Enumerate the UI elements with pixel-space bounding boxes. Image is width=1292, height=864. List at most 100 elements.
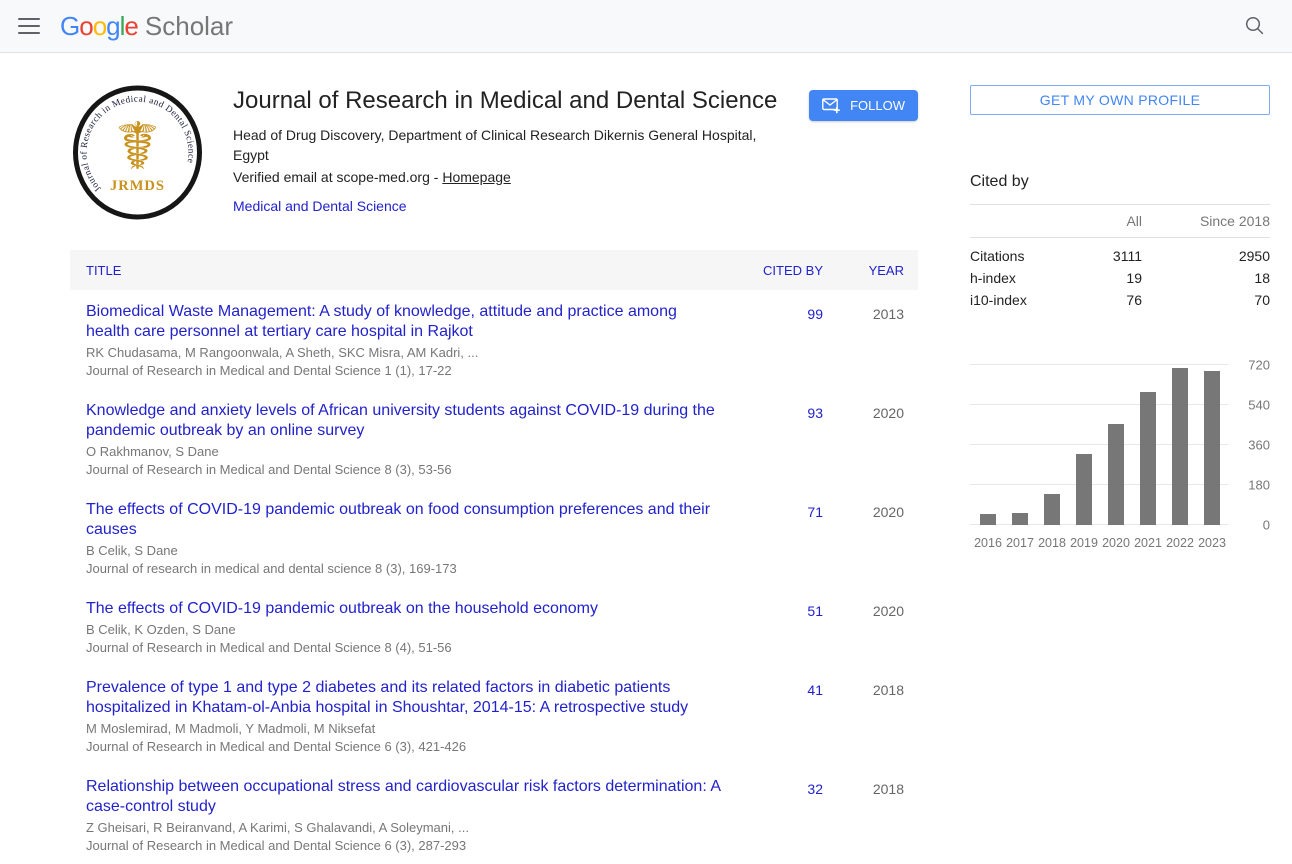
search-icon[interactable] <box>1244 15 1266 37</box>
chart-bar-2019[interactable] <box>1076 454 1092 525</box>
chart-x-tick: 2021 <box>1132 536 1164 550</box>
profile-name: Journal of Research in Medical and Denta… <box>233 87 793 115</box>
article-venue: Journal of Research in Medical and Denta… <box>86 838 723 853</box>
article-info: Biomedical Waste Management: A study of … <box>70 302 723 378</box>
metric-label[interactable]: i10-index <box>970 292 1057 308</box>
article-authors: O Rakhmanov, S Dane <box>86 444 723 459</box>
metric-all-value: 19 <box>1057 270 1142 286</box>
article-cited-by-link[interactable]: 71 <box>807 504 823 520</box>
article-title-link[interactable]: The effects of COVID-19 pandemic outbrea… <box>86 599 723 619</box>
chart-bar-slot <box>1068 355 1100 525</box>
chart-bar-2016[interactable] <box>980 514 996 525</box>
cited-by-heading: Cited by <box>970 173 1270 191</box>
profile-avatar[interactable]: Journal of Research in Medical and Denta… <box>70 85 205 220</box>
article-venue: Journal of Research in Medical and Denta… <box>86 462 723 477</box>
chart-bar-2020[interactable] <box>1108 424 1124 525</box>
chart-bar-slot <box>1196 355 1228 525</box>
chart-y-tick: 360 <box>1248 438 1270 453</box>
follow-button-label: FOLLOW <box>850 98 905 113</box>
chart-bar-2017[interactable] <box>1012 513 1028 525</box>
article-venue: Journal of research in medical and denta… <box>86 561 723 576</box>
topbar: Google Scholar <box>0 0 1292 53</box>
article-authors: RK Chudasama, M Rangoonwala, A Sheth, SK… <box>86 345 723 360</box>
article-cited-by: 32 <box>723 777 823 853</box>
metric-label[interactable]: Citations <box>970 248 1057 264</box>
article-cited-by: 71 <box>723 500 823 576</box>
article-year: 2020 <box>823 599 918 655</box>
article-title-link[interactable]: Knowledge and anxiety levels of African … <box>86 401 723 441</box>
follow-button[interactable]: FOLLOW <box>809 90 918 121</box>
article-cited-by-link[interactable]: 41 <box>807 682 823 698</box>
avatar-acronym: JRMDS <box>110 178 165 194</box>
article-cited-by: 93 <box>723 401 823 477</box>
article-cited-by-link[interactable]: 93 <box>807 405 823 421</box>
article-info: The effects of COVID-19 pandemic outbrea… <box>70 500 723 576</box>
column-title[interactable]: TITLE <box>70 263 723 278</box>
google-scholar-logo[interactable]: Google Scholar <box>60 11 233 42</box>
article-year: 2020 <box>823 401 918 477</box>
metric-since-value: 2950 <box>1142 248 1270 264</box>
article-year: 2020 <box>823 500 918 576</box>
google-logo-text: Google <box>60 11 138 42</box>
article-row: The effects of COVID-19 pandemic outbrea… <box>70 587 918 666</box>
chart-y-tick: 720 <box>1248 358 1270 373</box>
column-year[interactable]: YEAR <box>823 263 918 278</box>
article-cited-by-link[interactable]: 51 <box>807 603 823 619</box>
article-info: Prevalence of type 1 and type 2 diabetes… <box>70 678 723 754</box>
chart-bar-slot <box>972 355 1004 525</box>
article-info: The effects of COVID-19 pandemic outbrea… <box>70 599 723 655</box>
metric-since-value: 18 <box>1142 270 1270 286</box>
chart-x-tick: 2019 <box>1068 536 1100 550</box>
article-year: 2018 <box>823 777 918 853</box>
profile-label-link[interactable]: Medical and Dental Science <box>233 198 407 214</box>
chart-y-tick: 540 <box>1248 398 1270 413</box>
chart-bar-2022[interactable] <box>1172 368 1188 525</box>
chart-bar-2023[interactable] <box>1204 371 1220 525</box>
cited-by-table: All Since 2018 Citations31112950h-index1… <box>970 204 1270 311</box>
chart-y-axis: 0180360540720 <box>1232 355 1270 525</box>
article-title-link[interactable]: The effects of COVID-19 pandemic outbrea… <box>86 500 723 540</box>
article-info: Knowledge and anxiety levels of African … <box>70 401 723 477</box>
chart-x-tick: 2020 <box>1100 536 1132 550</box>
follow-envelope-icon <box>822 98 841 114</box>
article-title-link[interactable]: Prevalence of type 1 and type 2 diabetes… <box>86 678 723 718</box>
chart-y-tick: 180 <box>1248 478 1270 493</box>
menu-icon[interactable] <box>18 18 40 34</box>
column-since-2018: Since 2018 <box>1142 213 1270 229</box>
scholar-logo-text: Scholar <box>145 11 233 42</box>
chart-bar-slot <box>1100 355 1132 525</box>
article-cited-by: 99 <box>723 302 823 378</box>
chart-x-tick: 2016 <box>972 536 1004 550</box>
article-authors: B Celik, S Dane <box>86 543 723 558</box>
article-venue: Journal of Research in Medical and Denta… <box>86 739 723 754</box>
chart-bar-slot <box>1132 355 1164 525</box>
article-cited-by-link[interactable]: 99 <box>807 306 823 322</box>
article-title-link[interactable]: Biomedical Waste Management: A study of … <box>86 302 723 342</box>
chart-y-tick: 0 <box>1263 518 1270 533</box>
chart-bar-2018[interactable] <box>1044 494 1060 525</box>
citations-chart: 0180360540720 20162017201820192020202120… <box>970 353 1270 558</box>
article-year: 2018 <box>823 678 918 754</box>
column-cited-by[interactable]: CITED BY <box>723 263 823 278</box>
metric-label[interactable]: h-index <box>970 270 1057 286</box>
articles-table-header: TITLE CITED BY YEAR <box>70 250 918 290</box>
article-cited-by: 51 <box>723 599 823 655</box>
chart-bar-slot <box>1036 355 1068 525</box>
article-authors: Z Gheisari, R Beiranvand, A Karimi, S Gh… <box>86 820 723 835</box>
article-cited-by-link[interactable]: 32 <box>807 781 823 797</box>
homepage-link[interactable]: Homepage <box>442 169 511 185</box>
article-title-link[interactable]: Relationship between occupational stress… <box>86 777 723 817</box>
cited-by-rows: Citations31112950h-index1918i10-index767… <box>970 238 1270 311</box>
page-content: Journal of Research in Medical and Denta… <box>0 53 1292 864</box>
metric-all-value: 76 <box>1057 292 1142 308</box>
article-year: 2013 <box>823 302 918 378</box>
metric-all-value: 3111 <box>1057 248 1142 264</box>
chart-x-tick: 2023 <box>1196 536 1228 550</box>
get-my-own-profile-button[interactable]: GET MY OWN PROFILE <box>970 85 1270 115</box>
chart-bars <box>972 355 1228 525</box>
chart-bar-slot <box>1004 355 1036 525</box>
chart-bar-2021[interactable] <box>1140 392 1156 525</box>
metric-row: i10-index7670 <box>970 289 1270 311</box>
column-all: All <box>1057 213 1142 229</box>
metric-row: h-index1918 <box>970 267 1270 289</box>
